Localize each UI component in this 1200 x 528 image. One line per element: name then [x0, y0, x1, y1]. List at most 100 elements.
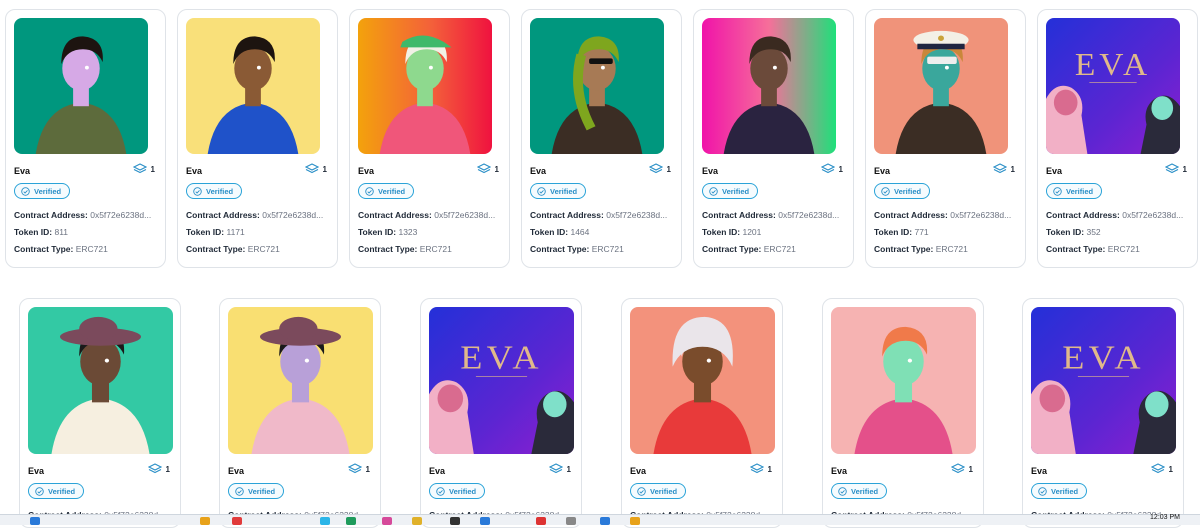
edition-count: 1	[820, 163, 843, 175]
nft-card[interactable]: Eva 1 Verified Contract Address: 0x5f72e623…	[5, 9, 166, 268]
layers-icon	[347, 463, 362, 474]
edition-count: 1	[950, 463, 973, 475]
check-circle-icon	[637, 486, 646, 496]
check-circle-icon	[709, 186, 718, 196]
verified-label: Verified	[851, 486, 879, 496]
svg-text:EVA: EVA	[1075, 48, 1151, 83]
verified-label: Verified	[1051, 486, 1079, 496]
contract-type-row: Contract Type: ERC721	[14, 244, 108, 254]
verified-label: Verified	[550, 186, 578, 196]
contract-address-row: Contract Address: 0x5f72e6238d...	[186, 210, 323, 220]
edition-count: 1	[132, 163, 155, 175]
check-circle-icon	[838, 486, 847, 496]
layers-icon	[1164, 163, 1179, 174]
contract-type-label: Contract Type:	[530, 244, 590, 254]
contract-type-value: ERC721	[591, 244, 624, 254]
nft-title: Eva	[1031, 466, 1048, 476]
nft-card[interactable]: Eva1VerifiedContract Address: 0x5f72e623…	[521, 9, 682, 268]
nft-title: Eva	[429, 466, 446, 476]
token-id-label: Token ID:	[1046, 227, 1085, 237]
nft-title: Eva	[28, 466, 45, 476]
nft-image[interactable]: EVA	[1031, 307, 1176, 454]
nft-card[interactable]: Eva1VerifiedContract Address: 0x5f72e623…	[19, 298, 181, 528]
nft-card[interactable]: EVA Eva 1 Verified Contract Address: 0x5f72…	[1037, 9, 1198, 268]
verified-badge: Verified	[874, 183, 931, 199]
nft-image[interactable]	[530, 18, 664, 154]
layers-icon	[992, 163, 1007, 174]
nft-image[interactable]	[14, 18, 148, 154]
contract-address-value: 0x5f72e6238d...	[90, 210, 152, 220]
verified-badge: Verified	[358, 183, 415, 199]
nft-card[interactable]: EVA Eva1VerifiedContract Address: 0x5f72…	[1022, 298, 1184, 528]
nft-image[interactable]	[28, 307, 173, 454]
edition-count: 1	[648, 163, 671, 175]
nft-title: Eva	[1046, 166, 1063, 176]
nft-image[interactable]	[186, 18, 320, 154]
nft-image[interactable]	[228, 307, 373, 454]
edition-count-value: 1	[838, 164, 843, 174]
contract-type-label: Contract Type:	[702, 244, 762, 254]
nft-card[interactable]: Eva1VerifiedContract Address: 0x5f72e623…	[693, 9, 854, 268]
contract-type-value: ERC721	[763, 244, 796, 254]
token-id-label: Token ID:	[186, 227, 225, 237]
edition-count-value: 1	[767, 464, 772, 474]
edition-count: 1	[347, 463, 370, 475]
token-id-row: Token ID: 352	[1046, 227, 1101, 237]
nft-title: Eva	[530, 166, 547, 176]
nft-card[interactable]: Eva1VerifiedContract Address: 0x5f72e623…	[865, 9, 1026, 268]
nft-title: Eva	[630, 466, 647, 476]
contract-address-label: Contract Address:	[186, 210, 260, 220]
nft-card[interactable]: Eva1VerifiedContract Address: 0x5f72e623…	[349, 9, 510, 268]
nft-image[interactable]: EVA	[429, 307, 574, 454]
edition-count: 1	[304, 163, 327, 175]
check-circle-icon	[235, 486, 244, 496]
nft-card[interactable]: Eva1VerifiedContract Address: 0x5f72e623…	[621, 298, 783, 528]
verified-badge: Verified	[186, 183, 243, 199]
layers-icon	[304, 163, 319, 174]
contract-address-value: 0x5f72e6238d...	[1122, 210, 1184, 220]
nft-card[interactable]: Eva1VerifiedContract Address: 0x5f72e623…	[822, 298, 984, 528]
contract-address-value: 0x5f72e6238d...	[262, 210, 324, 220]
contract-type-label: Contract Type:	[874, 244, 934, 254]
contract-address-row: Contract Address: 0x5f72e6238d...	[1046, 210, 1183, 220]
nft-card[interactable]: Eva1VerifiedContract Address: 0x5f72e623…	[219, 298, 381, 528]
edition-count: 1	[992, 163, 1015, 175]
verified-label: Verified	[894, 186, 922, 196]
verified-badge: Verified	[28, 483, 85, 499]
verified-label: Verified	[722, 186, 750, 196]
edition-count-value: 1	[1010, 164, 1015, 174]
contract-type-value: ERC721	[419, 244, 452, 254]
verified-label: Verified	[34, 186, 62, 196]
verified-badge: Verified	[702, 183, 759, 199]
contract-address-value: 0x5f72e6238d...	[434, 210, 496, 220]
verified-label: Verified	[1066, 186, 1094, 196]
svg-text:EVA: EVA	[1062, 339, 1145, 377]
token-id-value: 1171	[226, 227, 245, 237]
layers-icon	[147, 463, 162, 474]
token-id-value: 1323	[398, 227, 418, 237]
nft-card[interactable]: Eva1VerifiedContract Address: 0x5f72e623…	[177, 9, 338, 268]
token-id-value: 1464	[570, 227, 590, 237]
edition-count-value: 1	[968, 464, 973, 474]
contract-address-row: Contract Address: 0x5f72e6238d...	[14, 210, 151, 220]
verified-badge: Verified	[530, 183, 587, 199]
edition-count: 1	[749, 463, 772, 475]
nft-card[interactable]: EVA Eva1VerifiedContract Address: 0x5f72…	[420, 298, 582, 528]
edition-count-value: 1	[666, 164, 671, 174]
nft-image[interactable]	[358, 18, 492, 154]
nft-image[interactable]	[630, 307, 775, 454]
edition-count-value: 1	[566, 464, 571, 474]
nft-image[interactable]: EVA	[1046, 18, 1180, 154]
check-circle-icon	[365, 186, 374, 196]
layers-icon	[820, 163, 835, 174]
token-id-row: Token ID: 811	[14, 227, 68, 237]
edition-count: 1	[1164, 163, 1187, 175]
nft-image[interactable]	[831, 307, 976, 454]
contract-address-value: 0x5f72e6238d...	[606, 210, 668, 220]
nft-title: Eva	[14, 166, 31, 176]
nft-image[interactable]	[702, 18, 836, 154]
nft-title: Eva	[831, 466, 848, 476]
check-circle-icon	[537, 186, 546, 196]
nft-image[interactable]	[874, 18, 1008, 154]
check-circle-icon	[35, 486, 44, 496]
